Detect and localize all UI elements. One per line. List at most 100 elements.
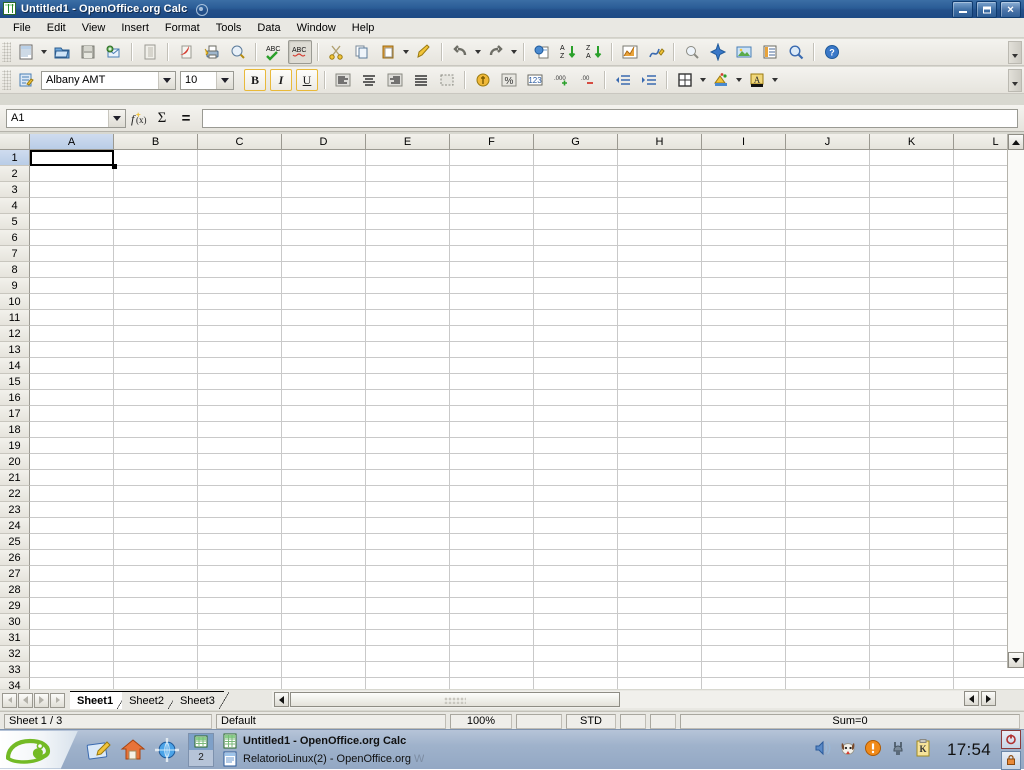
status-zoom[interactable]: 100%: [450, 713, 512, 729]
notepad-pencil-icon[interactable]: [84, 735, 114, 765]
align-center-icon[interactable]: [357, 68, 381, 92]
row-header-7[interactable]: 7: [0, 246, 30, 262]
status-selection-mode[interactable]: STD: [566, 713, 616, 729]
envelope-icon[interactable]: [102, 40, 126, 64]
menu-tools[interactable]: Tools: [208, 20, 250, 36]
column-header-g[interactable]: G: [534, 134, 618, 150]
scissors-icon[interactable]: [324, 40, 348, 64]
vertical-scroll-track[interactable]: [1008, 150, 1024, 652]
data-sources-icon[interactable]: [758, 40, 782, 64]
row-header-2[interactable]: 2: [0, 166, 30, 182]
globe-page-icon[interactable]: [530, 40, 554, 64]
status-page-style[interactable]: Default: [216, 713, 446, 729]
dog-icon[interactable]: [838, 738, 858, 761]
chart-icon[interactable]: [618, 40, 642, 64]
menu-window[interactable]: Window: [289, 20, 344, 36]
pdf-icon[interactable]: [174, 40, 198, 64]
undo-arrow-icon[interactable]: [448, 40, 472, 64]
sheet-tab-sheet3[interactable]: Sheet3: [172, 691, 229, 709]
menu-format[interactable]: Format: [157, 20, 208, 36]
column-header-a[interactable]: A: [30, 134, 114, 150]
floppy-disk-icon[interactable]: [76, 40, 100, 64]
font-name-dropdown-icon[interactable]: [158, 71, 175, 89]
align-justify-icon[interactable]: [409, 68, 433, 92]
row-header-25[interactable]: 25: [0, 534, 30, 550]
toolbar-overflow-button[interactable]: [1008, 41, 1022, 64]
menu-view[interactable]: View: [74, 20, 114, 36]
scroll-left-button-end[interactable]: [964, 691, 979, 706]
row-header-33[interactable]: 33: [0, 662, 30, 678]
select-all-corner[interactable]: [0, 134, 30, 150]
row-header-10[interactable]: 10: [0, 294, 30, 310]
home-icon[interactable]: [118, 735, 148, 765]
row-header-9[interactable]: 9: [0, 278, 30, 294]
browser-globe-icon[interactable]: [152, 735, 182, 765]
speaker-icon[interactable]: [813, 738, 833, 761]
row-header-4[interactable]: 4: [0, 198, 30, 214]
chevron-down-icon[interactable]: [509, 41, 519, 63]
row-header-32[interactable]: 32: [0, 646, 30, 662]
workspace-1[interactable]: [189, 733, 213, 750]
name-box[interactable]: A1: [6, 108, 126, 128]
chevron-down-icon[interactable]: [770, 69, 780, 91]
find-replace-icon[interactable]: [680, 40, 704, 64]
align-right-icon[interactable]: [383, 68, 407, 92]
active-cell-a1[interactable]: [30, 150, 114, 166]
column-header-k[interactable]: K: [870, 134, 954, 150]
column-header-e[interactable]: E: [366, 134, 450, 150]
first-sheet-button[interactable]: [2, 692, 17, 708]
workspace-2[interactable]: 2: [189, 750, 213, 766]
merge-cells-icon[interactable]: [435, 68, 459, 92]
magnifier-page-icon[interactable]: [226, 40, 250, 64]
printer-icon[interactable]: [200, 40, 224, 64]
row-header-19[interactable]: 19: [0, 438, 30, 454]
abc-check-icon[interactable]: ABC: [262, 40, 286, 64]
decrease-indent-icon[interactable]: [611, 68, 635, 92]
font-size-dropdown-icon[interactable]: [216, 71, 233, 89]
paintbrush-icon[interactable]: [412, 40, 436, 64]
currency-coin-icon[interactable]: [471, 68, 495, 92]
alert-exclamation-icon[interactable]: [863, 738, 883, 761]
horizontal-scroll-thumb[interactable]: [290, 692, 620, 707]
magnifier-icon[interactable]: [784, 40, 808, 64]
chevron-down-icon[interactable]: [401, 41, 411, 63]
edit-file-icon[interactable]: [138, 40, 162, 64]
close-button[interactable]: ✕: [1000, 1, 1021, 18]
cell-area[interactable]: [30, 150, 1024, 689]
row-header-28[interactable]: 28: [0, 582, 30, 598]
chevron-down-icon[interactable]: [39, 41, 49, 63]
clipboard-k-icon[interactable]: K: [913, 738, 933, 761]
menu-edit[interactable]: Edit: [39, 20, 74, 36]
help-question-icon[interactable]: ?: [820, 40, 844, 64]
taskbar-item-calc[interactable]: Untitled1 - OpenOffice.org Calc: [220, 732, 813, 750]
chevron-down-icon[interactable]: [698, 69, 708, 91]
clipboard-icon[interactable]: [376, 40, 400, 64]
chevron-down-icon[interactable]: [734, 69, 744, 91]
horizontal-scrollbar[interactable]: [272, 691, 978, 708]
scroll-right-button-end[interactable]: [981, 691, 996, 706]
row-header-15[interactable]: 15: [0, 374, 30, 390]
menu-insert[interactable]: Insert: [113, 20, 157, 36]
formula-input-line[interactable]: [202, 108, 1018, 128]
next-sheet-button[interactable]: [34, 692, 49, 708]
scroll-up-button[interactable]: [1008, 134, 1024, 150]
status-document-modified[interactable]: [620, 713, 646, 729]
percent-icon[interactable]: %: [497, 68, 521, 92]
row-header-18[interactable]: 18: [0, 422, 30, 438]
row-header-21[interactable]: 21: [0, 470, 30, 486]
row-header-13[interactable]: 13: [0, 342, 30, 358]
minimize-button[interactable]: [952, 1, 973, 18]
last-sheet-button[interactable]: [50, 692, 65, 708]
lock-screen-button[interactable]: [1001, 750, 1021, 770]
sum-button[interactable]: Σ: [150, 107, 174, 129]
horizontal-scroll-track[interactable]: [290, 692, 977, 707]
underline-button[interactable]: U: [296, 69, 318, 91]
row-header-5[interactable]: 5: [0, 214, 30, 230]
status-insert-mode[interactable]: [516, 713, 562, 729]
background-color-icon[interactable]: [709, 68, 733, 92]
increase-indent-icon[interactable]: [637, 68, 661, 92]
formula-button[interactable]: =: [174, 107, 198, 129]
folder-open-icon[interactable]: [50, 40, 74, 64]
row-header-26[interactable]: 26: [0, 550, 30, 566]
taskbar-item-writer[interactable]: RelatorioLinux(2) - OpenOffice.org W: [220, 750, 813, 768]
